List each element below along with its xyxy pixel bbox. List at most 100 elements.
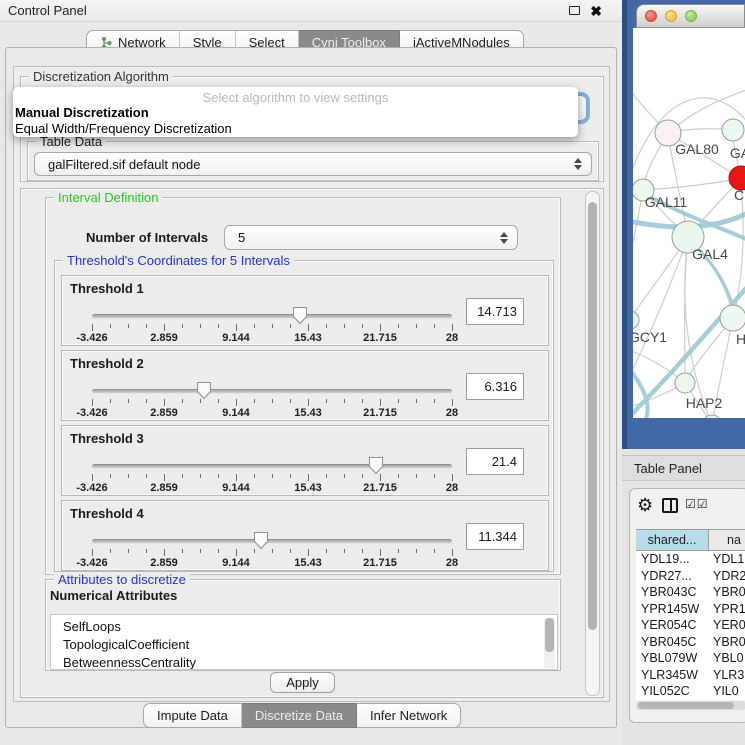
table-cell[interactable]: YIL052C [636, 683, 709, 700]
table-cell[interactable]: YBR0 [709, 634, 745, 651]
table-cell[interactable]: YDR2 [709, 568, 745, 585]
table-row[interactable]: YIL052CYIL0 [636, 683, 745, 700]
slider-tick [452, 474, 453, 481]
table-row[interactable]: YER054CYER0 [636, 617, 745, 634]
node-table: shared... na YDL19...YDL1YDR27...YDR2YBR… [636, 529, 745, 700]
table-cell[interactable]: YER0 [709, 617, 745, 634]
table-cell[interactable]: YIL0 [709, 683, 745, 700]
network-node[interactable] [702, 415, 722, 418]
attributes-list[interactable]: SelfLoopsTopologicalCoefficientBetweenne… [50, 614, 558, 670]
slider-tick-label: 21.715 [363, 557, 397, 569]
select-columns-checkbox-icons[interactable]: ☑☑ [685, 497, 709, 511]
slider-tick [272, 474, 273, 478]
list-scrollbar[interactable] [544, 618, 555, 668]
slider-tick [182, 474, 183, 478]
slider-tick [290, 474, 291, 478]
table-data-group: Table Data galFiltered.sif default node [27, 141, 599, 181]
num-intervals-combobox[interactable]: 5 [224, 225, 518, 250]
slider-tick [416, 549, 417, 553]
numerical-attributes-label: Numerical Attributes [50, 588, 177, 603]
threshold-slider-track[interactable] [92, 464, 452, 469]
table-data-value: galFiltered.sif default node [48, 157, 200, 172]
list-scrollbar-thumb[interactable] [545, 618, 554, 652]
table-cell[interactable]: YBL079W [636, 650, 709, 667]
control-panel: Control Panel ✖ Network Style Select Cyn… [0, 0, 622, 745]
float-window-icon[interactable] [569, 6, 580, 15]
table-data-combobox[interactable]: galFiltered.sif default node [34, 152, 592, 176]
table-cell[interactable]: YER054C [636, 617, 709, 634]
slider-ticks [92, 474, 452, 482]
tab-infer-network[interactable]: Infer Network [357, 703, 461, 728]
network-node-ga[interactable] [722, 119, 744, 141]
slider-tick [272, 399, 273, 403]
slider-tick [236, 399, 237, 406]
table-row[interactable]: YPR145WYPR1 [636, 601, 745, 618]
settings-scrollbar[interactable] [585, 191, 600, 696]
table-row[interactable]: YDL19...YDL1 [636, 551, 745, 568]
table-hscrollbar[interactable] [636, 701, 745, 710]
gear-icon[interactable]: ⚙ [637, 495, 653, 516]
threshold-slider-track[interactable] [92, 539, 452, 544]
tab-impute-data[interactable]: Impute Data [143, 703, 242, 728]
network-node-hap2[interactable] [675, 373, 695, 393]
slider-tick [380, 399, 381, 406]
table-row[interactable]: YBR043CYBR0 [636, 584, 745, 601]
slider-tick-label: 15.43 [294, 557, 322, 569]
network-canvas[interactable]: GAL80GACGAL11GAL4GCY1HHAP2 [633, 28, 745, 418]
num-intervals-label: Number of Intervals [86, 230, 208, 245]
table-cell[interactable]: YLR345W [636, 667, 709, 684]
tab-discretize-data[interactable]: Discretize Data [242, 703, 357, 728]
attribute-item[interactable]: BetweennessCentrality [51, 654, 557, 670]
slider-tick [110, 474, 111, 478]
table-row[interactable]: YLR345WYLR3 [636, 667, 745, 684]
slider-tick [110, 324, 111, 328]
table-cell[interactable]: YDR27... [636, 568, 709, 585]
table-cell[interactable]: YLR3 [709, 667, 745, 684]
threshold-value-field[interactable]: 14.713 [466, 298, 524, 325]
close-icon[interactable]: ✖ [590, 4, 602, 18]
node-label: GAL80 [675, 141, 719, 157]
apply-button[interactable]: Apply [270, 672, 335, 693]
slider-tick-label: 21.715 [363, 407, 397, 419]
settings-scrollbar-thumb[interactable] [588, 202, 597, 630]
threshold-slider-track[interactable] [92, 314, 452, 319]
table-row[interactable]: YBR045CYBR0 [636, 634, 745, 651]
threshold-value-field[interactable]: 21.4 [466, 448, 524, 475]
slider-tick [344, 474, 345, 478]
attribute-item[interactable]: SelfLoops [51, 618, 557, 636]
minimize-traffic-light-icon[interactable] [665, 10, 677, 22]
dropdown-item-equal-width-frequency[interactable]: Equal Width/Frequency Discretization [15, 121, 232, 136]
network-window-titlebar[interactable] [636, 4, 745, 28]
slider-tick [362, 549, 363, 553]
dropdown-item-manual-discretization[interactable]: Manual Discretization [15, 105, 149, 120]
dropdown-prompt-item[interactable]: Select algorithm to view settings [13, 90, 578, 105]
zoom-traffic-light-icon[interactable] [685, 10, 697, 22]
table-cell[interactable]: YPR145W [636, 601, 709, 618]
table-cell[interactable]: YBL0 [709, 650, 745, 667]
attribute-item[interactable]: TopologicalCoefficient [51, 636, 557, 654]
close-traffic-light-icon[interactable] [645, 10, 657, 22]
slider-tick [92, 474, 93, 481]
slider-tick [344, 399, 345, 403]
table-row[interactable]: YDR27...YDR2 [636, 568, 745, 585]
table-cell[interactable]: YBR0 [709, 584, 745, 601]
table-row[interactable]: YBL079WYBL0 [636, 650, 745, 667]
threshold-value-field[interactable]: 11.344 [466, 523, 524, 550]
table-cell[interactable]: YBR043C [636, 584, 709, 601]
threshold-value-field[interactable]: 6.316 [466, 373, 524, 400]
network-node-h[interactable] [720, 305, 745, 331]
table-hscrollbar-thumb[interactable] [638, 702, 734, 709]
settings-scroll-panel: Interval Definition Number of Intervals … [20, 188, 604, 698]
threshold-label: Threshold 1 [70, 281, 144, 296]
table-cell[interactable]: YDL19... [636, 551, 709, 568]
network-node-gcy1[interactable] [633, 311, 639, 329]
threshold-slider-track[interactable] [92, 389, 452, 394]
column-header-name[interactable]: na [709, 530, 745, 550]
column-header-shared[interactable]: shared... [636, 530, 709, 550]
table-cell[interactable]: YBR045C [636, 634, 709, 651]
slider-tick-label: 2.859 [150, 557, 178, 569]
slider-tick [128, 474, 129, 478]
columns-icon[interactable] [662, 498, 678, 513]
table-cell[interactable]: YPR1 [709, 601, 745, 618]
table-cell[interactable]: YDL1 [709, 551, 745, 568]
